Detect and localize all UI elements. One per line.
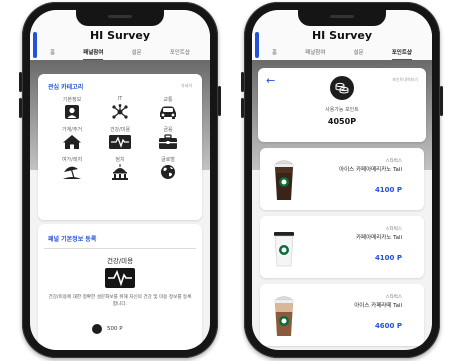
- car-icon: [144, 104, 192, 120]
- tab-survey[interactable]: 설문: [132, 46, 142, 60]
- point-history-link[interactable]: 포인트내역보기: [392, 77, 418, 83]
- panel-description: 건강/미용에 대한 정확한 설문화보를 위해 자신의 건강 및 미용 정보를 등…: [48, 295, 192, 307]
- beach-umbrella-icon: [48, 164, 96, 180]
- notch: [298, 10, 386, 26]
- heartbeat-icon: [96, 134, 144, 150]
- tab-survey[interactable]: 설문: [354, 46, 364, 60]
- tab-panel[interactable]: 패널참여: [83, 46, 104, 60]
- category-global[interactable]: 글로벌: [144, 156, 192, 180]
- iced-latte-image: [270, 290, 298, 338]
- reward-points: 500 P: [92, 324, 123, 334]
- person-id-icon: [48, 104, 96, 120]
- tab-bar: 홈 패널참여 설문 포인트샵: [258, 46, 426, 60]
- coin-stack-icon: [330, 76, 354, 100]
- product-brand: 스타벅스: [385, 159, 402, 164]
- product-price: 4100 P: [374, 186, 402, 194]
- volume-button: [19, 72, 22, 92]
- tab-pointshop[interactable]: 포인트샵: [391, 46, 412, 60]
- screen-left: HI Survey 홈 패널참여 설문 포인트샵 관심 카테고리 자세히 기본정…: [30, 10, 210, 350]
- government-building-icon: [96, 164, 144, 180]
- house-icon: [48, 134, 96, 150]
- panel-register-card: 패널 기본정보 등록 건강/미용 건강/미용에 대한 정확한 설문화보를 위해 …: [38, 224, 202, 350]
- hot-americano-image: [270, 222, 298, 270]
- category-it[interactable]: IT: [96, 96, 144, 120]
- category-finance[interactable]: 금융: [144, 126, 192, 150]
- iced-americano-image: [270, 154, 298, 202]
- globe-icon: [144, 164, 192, 180]
- product-card[interactable]: 스타벅스 아이스 카페라떼 Tall 4600 P: [260, 284, 424, 346]
- tab-pointshop[interactable]: 포인트샵: [170, 46, 190, 60]
- category-label: IT: [117, 96, 123, 102]
- power-button: [218, 86, 221, 116]
- heartbeat-icon: [105, 268, 135, 292]
- available-points-value: 4050P: [327, 117, 357, 126]
- divider: [44, 248, 196, 249]
- category-grid: 기본정보 IT 교통 가계/주거 건강/미용 금융 여가/레저 정치 글로벌: [48, 96, 192, 180]
- tab-bar: 홈 패널참여 설문 포인트샵: [36, 46, 204, 60]
- side-indicator: [33, 32, 37, 58]
- coin-icon: [92, 324, 102, 334]
- volume-button: [241, 72, 244, 92]
- volume-button: [19, 98, 22, 118]
- category-traffic[interactable]: 교통: [144, 96, 192, 120]
- category-label: 교통: [163, 97, 173, 103]
- category-card: 관심 카테고리 자세히 기본정보 IT 교통 가계/주거 건강/미용 금융 여가…: [38, 74, 202, 220]
- briefcase-icon: [144, 134, 192, 150]
- product-price: 4100 P: [374, 254, 402, 262]
- category-detail-link[interactable]: 자세히: [181, 83, 192, 89]
- category-label: 글로벌: [161, 157, 175, 163]
- reward-points-value: 500 P: [107, 326, 123, 332]
- category-household[interactable]: 가계/주거: [48, 126, 96, 150]
- category-health[interactable]: 건강/미용: [96, 126, 144, 150]
- tab-home[interactable]: 홈: [50, 46, 55, 60]
- category-title: 관심 카테고리: [48, 84, 84, 91]
- category-leisure[interactable]: 여가/레저: [48, 156, 96, 180]
- volume-button: [241, 98, 244, 118]
- product-name: 아이스 카페라떼 Tall: [354, 303, 402, 309]
- panel-register-title: 패널 기본정보 등록: [48, 236, 97, 243]
- product-card[interactable]: 스타벅스 아이스 카페아메리카노 Tall 4100 P: [260, 148, 424, 210]
- product-brand: 스타벅스: [385, 295, 402, 300]
- screen-right: HI Survey 홈 패널참여 설문 포인트샵 ← 포인트내역보기 사용가능 …: [252, 10, 432, 350]
- product-name: 카페아메리카노 Tall: [355, 235, 402, 241]
- network-icon: [96, 104, 144, 120]
- phone-frame-right: HI Survey 홈 패널참여 설문 포인트샵 ← 포인트내역보기 사용가능 …: [241, 2, 443, 358]
- notch: [76, 10, 164, 26]
- category-label: 여가/레저: [61, 157, 83, 163]
- product-card[interactable]: 스타벅스 카페아메리카노 Tall 4100 P: [260, 216, 424, 278]
- category-label: 가계/주거: [61, 127, 83, 133]
- category-basic-info[interactable]: 기본정보: [48, 96, 96, 120]
- app-title: HI Survey: [89, 29, 151, 42]
- tab-panel[interactable]: 패널참여: [305, 46, 325, 60]
- phone-frame-left: HI Survey 홈 패널참여 설문 포인트샵 관심 카테고리 자세히 기본정…: [19, 2, 221, 358]
- category-label: 금융: [163, 127, 173, 133]
- product-name: 아이스 카페아메리카노 Tall: [339, 167, 402, 173]
- category-label: 기본정보: [62, 97, 82, 103]
- back-arrow-icon[interactable]: ←: [266, 74, 275, 87]
- power-button: [440, 86, 443, 116]
- category-label: 정치: [115, 157, 125, 163]
- category-label: 건강/미용: [109, 127, 131, 133]
- points-card: ← 포인트내역보기 사용가능 포인트 4050P: [258, 68, 426, 142]
- panel-category-name: 건강/미용: [106, 257, 134, 265]
- category-politics[interactable]: 정치: [96, 156, 144, 180]
- tab-home[interactable]: 홈: [272, 46, 277, 60]
- side-indicator: [255, 32, 259, 58]
- product-brand: 스타벅스: [385, 227, 402, 232]
- available-points-label: 사용가능 포인트: [325, 107, 359, 113]
- product-price: 4600 P: [374, 322, 402, 330]
- app-title: HI Survey: [311, 29, 373, 42]
